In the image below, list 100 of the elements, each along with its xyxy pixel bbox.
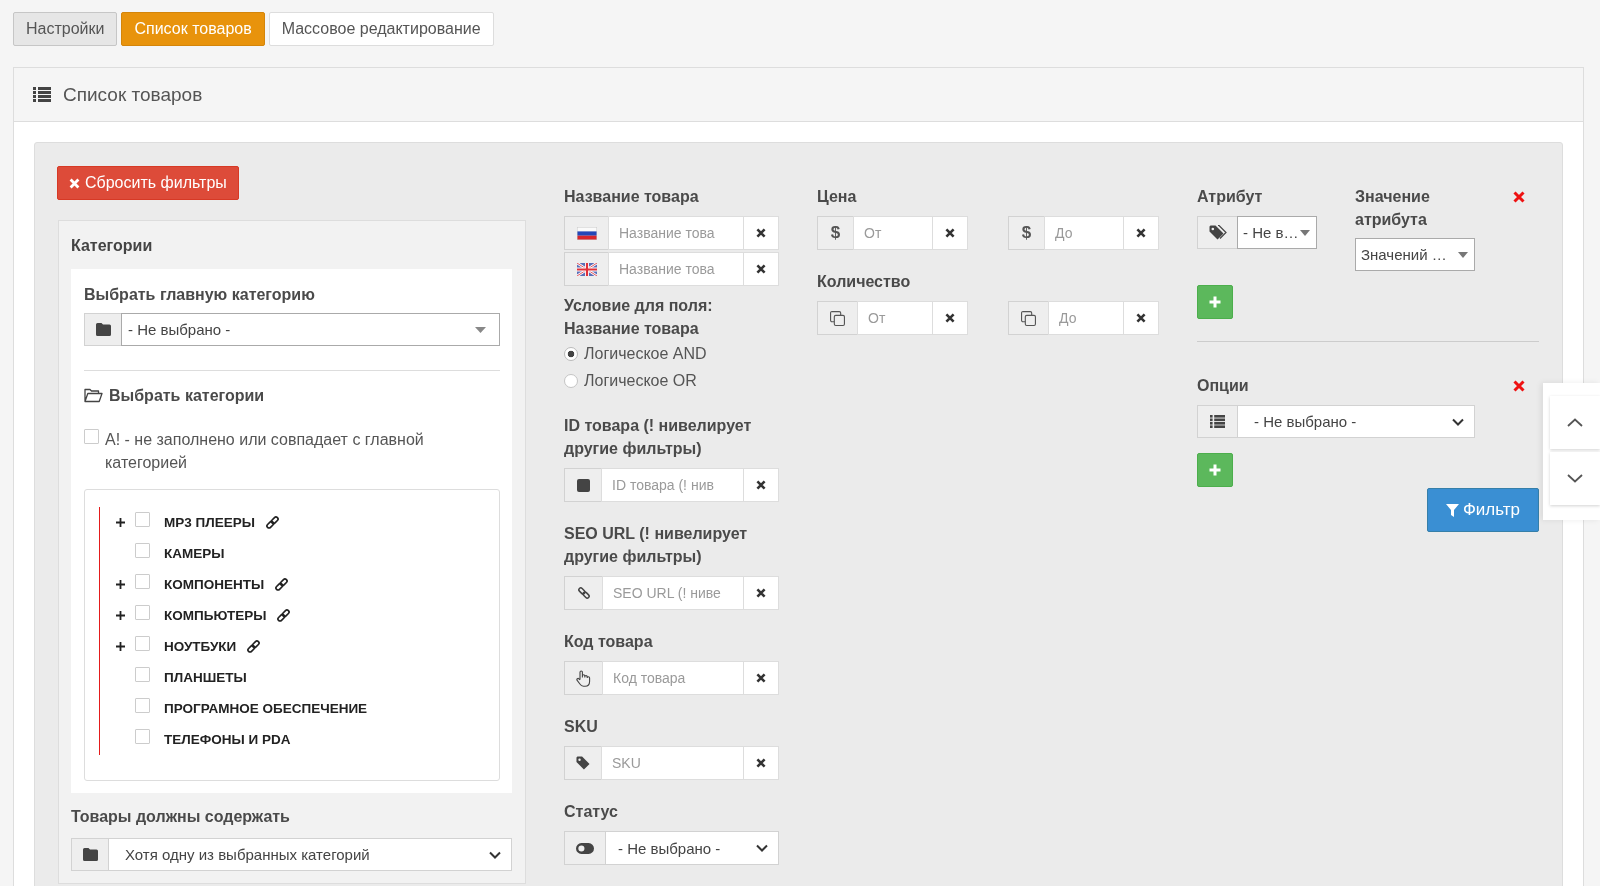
radio-button[interactable] [564, 373, 578, 388]
checkbox-label: А! - не заполнено или совпадает с главной категорией [105, 430, 425, 473]
chevron-down-icon [489, 850, 501, 859]
category-label: ПРОГРАМНОЕ ОБЕСПЕЧЕНИЕ [164, 701, 368, 716]
x-icon [1136, 313, 1146, 323]
field-label: Товары должны содержать [71, 807, 291, 827]
field-label: Условие для поля: Название товара [564, 296, 714, 339]
plus-icon[interactable] [116, 611, 125, 620]
remove-icon[interactable] [1513, 379, 1525, 392]
filter-icon [1445, 503, 1459, 517]
field-label: ID товара (! нивелирует другие фильтры) [564, 416, 753, 459]
clear-button[interactable] [743, 468, 779, 502]
x-icon [756, 758, 766, 768]
x-icon [1136, 228, 1146, 238]
text-field[interactable]: SEO URL (! ниве [602, 576, 743, 610]
add-button[interactable] [1197, 453, 1233, 487]
section-title: Категории [71, 236, 154, 256]
add-button[interactable] [1197, 285, 1233, 319]
text-field[interactable]: От [853, 216, 932, 250]
chevron-down-icon [1567, 474, 1583, 483]
field-label: Код товара [564, 632, 654, 652]
plus-icon[interactable] [116, 642, 125, 651]
field-label: Название товара [564, 187, 700, 207]
checkbox[interactable] [135, 543, 150, 558]
copy-icon [830, 310, 845, 326]
clear-button[interactable] [1123, 301, 1159, 335]
radio-label: Логическое OR [584, 371, 697, 390]
checkbox[interactable] [135, 512, 150, 527]
caret-icon [1300, 229, 1310, 236]
x-icon [756, 264, 766, 274]
clear-button[interactable] [743, 252, 779, 286]
section-heading: Выбрать категории [109, 386, 265, 406]
field-label: Цена [817, 187, 858, 207]
checkbox[interactable] [135, 636, 150, 651]
checkbox[interactable] [84, 429, 99, 444]
field-label: SKU [564, 717, 599, 737]
category-select[interactable]: - Не выбрано - [121, 313, 500, 346]
category-label: ТЕЛЕФОНЫ И PDA [164, 732, 291, 747]
clear-button[interactable] [743, 661, 779, 695]
text-field[interactable]: ID товара (! нив [601, 468, 743, 502]
checkbox[interactable] [135, 605, 150, 620]
attribute-select[interactable]: - Не в… [1237, 216, 1317, 249]
tab[interactable]: Настройки [13, 12, 118, 46]
checkbox[interactable] [135, 667, 150, 682]
radio-button[interactable] [564, 346, 578, 361]
status-select[interactable]: - Не выбрано - [605, 831, 779, 865]
text-field[interactable]: Название това [608, 216, 743, 250]
category-label: MP3 ПЛЕЕРЫ [164, 515, 255, 530]
toggle-icon [576, 842, 594, 854]
text-field[interactable]: Название това [608, 252, 743, 286]
caret-icon [475, 326, 486, 333]
field-label: Значение атрибута [1355, 187, 1431, 230]
x-icon [756, 588, 766, 598]
radio-label: Логическое AND [584, 344, 707, 363]
category-select[interactable]: Хотя одну из выбранных категорий [108, 838, 512, 871]
plus-icon[interactable] [116, 580, 125, 589]
currency-symbol: $ [817, 216, 853, 250]
chevron-down-icon [1452, 417, 1464, 426]
folder-open-icon [84, 388, 103, 403]
clear-button[interactable] [1123, 216, 1159, 250]
x-icon [756, 480, 766, 490]
options-select[interactable]: - Не выбрано - [1237, 405, 1475, 438]
clear-button[interactable] [743, 576, 779, 610]
link-icon [576, 586, 591, 600]
x-icon [756, 228, 766, 238]
text-field[interactable]: Код товара [602, 661, 743, 695]
flag-icon [576, 262, 597, 276]
category-label: НОУТБУКИ [164, 639, 237, 654]
remove-icon[interactable] [1513, 191, 1525, 203]
text-field[interactable]: До [1048, 301, 1123, 335]
clear-button[interactable] [743, 746, 779, 780]
checkbox[interactable] [135, 729, 150, 744]
plus-icon[interactable] [116, 518, 125, 527]
clear-button[interactable] [743, 216, 779, 250]
copy-icon [1021, 310, 1036, 326]
checkbox[interactable] [135, 574, 150, 589]
caret-icon [1458, 251, 1468, 258]
chevron-up-icon [1567, 418, 1583, 427]
text-field[interactable]: SKU [601, 746, 743, 780]
text-field[interactable]: До [1044, 216, 1123, 250]
tag-icon [576, 756, 590, 770]
tab[interactable]: Массовое редактирование [268, 12, 494, 46]
reset-filters-button[interactable]: Сбросить фильтры [57, 166, 239, 200]
plus-icon [1209, 464, 1221, 476]
folder-icon [95, 323, 111, 336]
clear-button[interactable] [932, 216, 968, 250]
attribute-value-select[interactable]: Значений … [1355, 238, 1475, 271]
folder-icon [82, 848, 98, 861]
category-label: КОМПОНЕНТЫ [164, 577, 265, 592]
field-label: SEO URL (! нивелирует другие фильтры) [564, 524, 749, 567]
field-label: Опции [1197, 376, 1249, 396]
list-icon [33, 87, 51, 102]
x-icon [945, 313, 955, 323]
field-label: Атрибут [1197, 187, 1264, 207]
category-label: КАМЕРЫ [164, 546, 225, 561]
field-label: Статус [564, 802, 619, 822]
x-icon [756, 673, 766, 683]
clear-button[interactable] [932, 301, 968, 335]
text-field[interactable]: От [857, 301, 932, 335]
checkbox[interactable] [135, 698, 150, 713]
